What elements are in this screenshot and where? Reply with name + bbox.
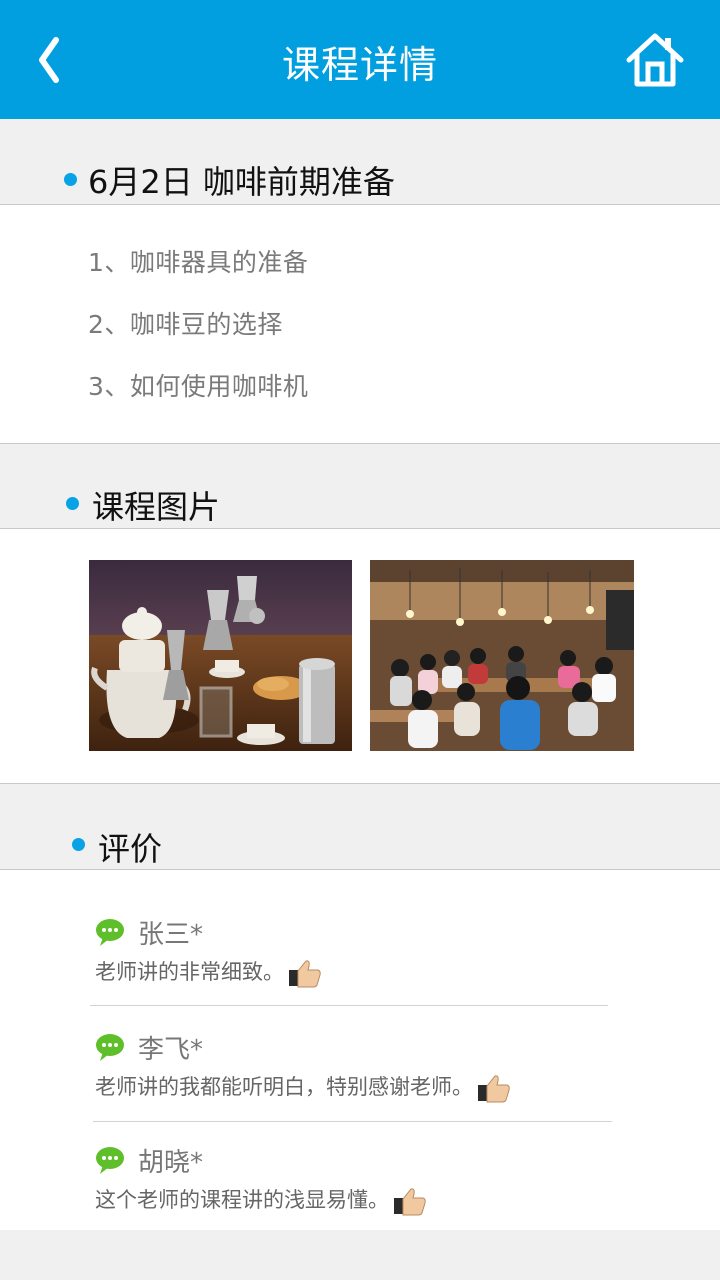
review-comment-text: 老师讲的非常细致。 bbox=[95, 960, 284, 984]
review-comment-text: 老师讲的我都能听明白，特别感谢老师。 bbox=[95, 1075, 473, 1099]
bullet-dot-icon bbox=[64, 173, 77, 186]
chat-bubble-icon bbox=[96, 1034, 124, 1061]
reviewer-name: 李飞* bbox=[138, 1035, 204, 1065]
coffee-equipment-image bbox=[89, 560, 352, 751]
photos-heading: 课程图片 bbox=[92, 488, 221, 526]
page-title: 课程详情 bbox=[281, 43, 438, 87]
bullet-dot-icon bbox=[72, 838, 85, 851]
reviewer-name: 胡晓* bbox=[138, 1148, 204, 1178]
reviews-panel: 张三* 老师讲的非常细致。 李飞* 老师讲的我都能听明白，特别感谢老师。 胡晓*… bbox=[0, 870, 720, 1230]
review-comment: 老师讲的非常细致。 bbox=[95, 956, 322, 988]
schedule-heading: 6月2日 咖啡前期准备 bbox=[88, 163, 395, 201]
review-comment-text: 这个老师的课程讲的浅显易懂。 bbox=[95, 1188, 389, 1212]
review-comment: 这个老师的课程讲的浅显易懂。 bbox=[95, 1184, 427, 1216]
reviews-heading: 评价 bbox=[98, 830, 163, 868]
reviews-section-header: 评价 bbox=[0, 784, 720, 870]
thumbs-up-icon bbox=[394, 1188, 426, 1216]
review-item: 胡晓* 这个老师的课程讲的浅显易懂。 bbox=[0, 1122, 720, 1230]
reviewer-name: 张三* bbox=[138, 920, 204, 950]
thumbs-up-icon bbox=[289, 960, 321, 988]
thumbs-up-icon bbox=[478, 1075, 510, 1103]
photos-panel bbox=[0, 529, 720, 784]
outline-item: 3、如何使用咖啡机 bbox=[88, 372, 309, 401]
bullet-dot-icon bbox=[66, 497, 79, 510]
home-icon bbox=[626, 33, 684, 87]
outline-item: 1、咖啡器具的准备 bbox=[88, 248, 309, 277]
course-photo-classroom[interactable] bbox=[370, 560, 634, 751]
app-header: 课程详情 bbox=[0, 0, 720, 119]
review-item: 李飞* 老师讲的我都能听明白，特别感谢老师。 bbox=[0, 1006, 720, 1121]
review-comment: 老师讲的我都能听明白，特别感谢老师。 bbox=[95, 1071, 511, 1103]
classroom-scene-image bbox=[370, 560, 634, 751]
chat-bubble-icon bbox=[96, 1147, 124, 1174]
photos-section-header: 课程图片 bbox=[0, 444, 720, 529]
schedule-panel: 1、咖啡器具的准备 2、咖啡豆的选择 3、如何使用咖啡机 bbox=[0, 205, 720, 444]
schedule-section-header: 6月2日 咖啡前期准备 bbox=[0, 119, 720, 205]
review-item: 张三* 老师讲的非常细致。 bbox=[0, 870, 720, 1006]
chat-bubble-icon bbox=[96, 919, 124, 946]
home-button[interactable] bbox=[624, 30, 686, 90]
course-photo-coffee-equipment[interactable] bbox=[89, 560, 352, 751]
outline-item: 2、咖啡豆的选择 bbox=[88, 310, 283, 339]
